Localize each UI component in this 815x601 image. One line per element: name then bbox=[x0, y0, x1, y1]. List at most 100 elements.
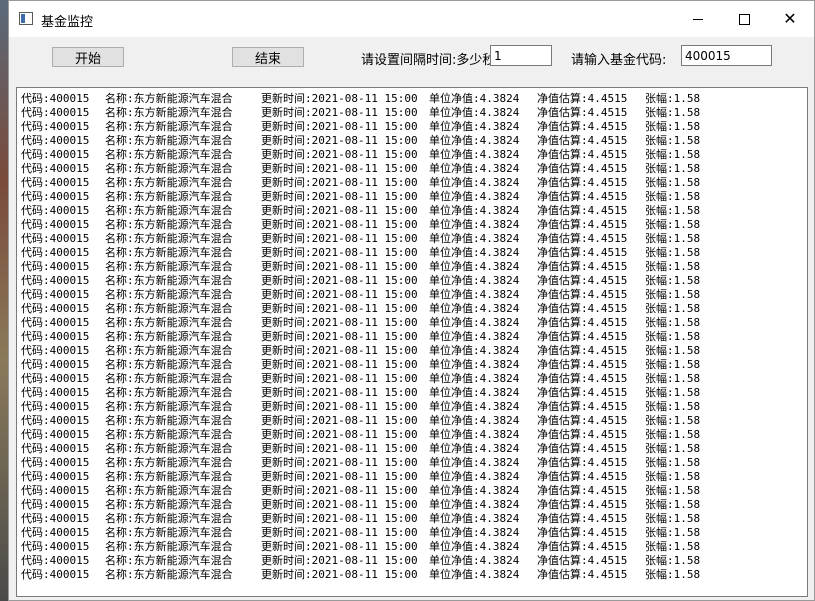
output-line: 代码:400015 名称:东方新能源汽车混合 更新时间:2021-08-11 15:… bbox=[17, 568, 807, 582]
output-field-nav: 单位净值:4.3824 bbox=[429, 344, 520, 357]
close-button[interactable]: ✕ bbox=[767, 1, 813, 37]
output-field-estimate: 净值估算:4.4515 bbox=[537, 568, 628, 581]
output-field-name: 名称:东方新能源汽车混合 bbox=[105, 358, 233, 371]
output-field-code: 代码:400015 bbox=[21, 288, 90, 301]
output-field-update-time: 更新时间:2021-08-11 15:00 bbox=[261, 470, 418, 483]
output-field-estimate: 净值估算:4.4515 bbox=[537, 344, 628, 357]
output-field-name: 名称:东方新能源汽车混合 bbox=[105, 288, 233, 301]
output-field-estimate: 净值估算:4.4515 bbox=[537, 274, 628, 287]
stop-button[interactable]: 结束 bbox=[232, 47, 304, 67]
output-field-code: 代码:400015 bbox=[21, 442, 90, 455]
output-field-name: 名称:东方新能源汽车混合 bbox=[105, 162, 233, 175]
output-field-code: 代码:400015 bbox=[21, 218, 90, 231]
output-field-code: 代码:400015 bbox=[21, 414, 90, 427]
output-textarea[interactable]: 代码:400015 名称:东方新能源汽车混合 更新时间:2021-08-11 15:… bbox=[16, 87, 808, 597]
output-line: 代码:400015 名称:东方新能源汽车混合 更新时间:2021-08-11 15:… bbox=[17, 414, 807, 428]
output-field-estimate: 净值估算:4.4515 bbox=[537, 526, 628, 539]
output-field-name: 名称:东方新能源汽车混合 bbox=[105, 260, 233, 273]
output-field-update-time: 更新时间:2021-08-11 15:00 bbox=[261, 344, 418, 357]
output-field-name: 名称:东方新能源汽车混合 bbox=[105, 372, 233, 385]
output-field-change: 张幅:1.58 bbox=[645, 92, 701, 105]
start-button[interactable]: 开始 bbox=[52, 47, 124, 67]
output-field-estimate: 净值估算:4.4515 bbox=[537, 246, 628, 259]
output-field-code: 代码:400015 bbox=[21, 386, 90, 399]
output-field-nav: 单位净值:4.3824 bbox=[429, 288, 520, 301]
output-field-code: 代码:400015 bbox=[21, 344, 90, 357]
output-field-nav: 单位净值:4.3824 bbox=[429, 358, 520, 371]
output-field-update-time: 更新时间:2021-08-11 15:00 bbox=[261, 176, 418, 189]
maximize-button[interactable] bbox=[721, 1, 767, 37]
output-field-update-time: 更新时间:2021-08-11 15:00 bbox=[261, 554, 418, 567]
output-field-nav: 单位净值:4.3824 bbox=[429, 120, 520, 133]
output-line: 代码:400015 名称:东方新能源汽车混合 更新时间:2021-08-11 15:… bbox=[17, 554, 807, 568]
output-line: 代码:400015 名称:东方新能源汽车混合 更新时间:2021-08-11 15:… bbox=[17, 288, 807, 302]
output-field-name: 名称:东方新能源汽车混合 bbox=[105, 176, 233, 189]
output-field-estimate: 净值估算:4.4515 bbox=[537, 106, 628, 119]
output-line: 代码:400015 名称:东方新能源汽车混合 更新时间:2021-08-11 15:… bbox=[17, 232, 807, 246]
fund-code-input[interactable] bbox=[681, 45, 772, 66]
output-field-update-time: 更新时间:2021-08-11 15:00 bbox=[261, 498, 418, 511]
output-field-change: 张幅:1.58 bbox=[645, 428, 701, 441]
output-field-update-time: 更新时间:2021-08-11 15:00 bbox=[261, 428, 418, 441]
output-field-code: 代码:400015 bbox=[21, 302, 90, 315]
app-window: 基金监控 ✕ 开始 结束 请设置间隔时间:多少秒 请输入基金代码: 代码:400… bbox=[8, 0, 815, 601]
output-field-nav: 单位净值:4.3824 bbox=[429, 442, 520, 455]
output-field-nav: 单位净值:4.3824 bbox=[429, 162, 520, 175]
output-line: 代码:400015 名称:东方新能源汽车混合 更新时间:2021-08-11 15:… bbox=[17, 400, 807, 414]
output-field-update-time: 更新时间:2021-08-11 15:00 bbox=[261, 372, 418, 385]
output-field-nav: 单位净值:4.3824 bbox=[429, 330, 520, 343]
output-field-estimate: 净值估算:4.4515 bbox=[537, 330, 628, 343]
output-line: 代码:400015 名称:东方新能源汽车混合 更新时间:2021-08-11 15:… bbox=[17, 540, 807, 554]
output-field-estimate: 净值估算:4.4515 bbox=[537, 554, 628, 567]
output-field-code: 代码:400015 bbox=[21, 358, 90, 371]
output-field-update-time: 更新时间:2021-08-11 15:00 bbox=[261, 484, 418, 497]
output-field-update-time: 更新时间:2021-08-11 15:00 bbox=[261, 442, 418, 455]
output-field-update-time: 更新时间:2021-08-11 15:00 bbox=[261, 414, 418, 427]
output-field-nav: 单位净值:4.3824 bbox=[429, 190, 520, 203]
output-field-nav: 单位净值:4.3824 bbox=[429, 274, 520, 287]
output-field-code: 代码:400015 bbox=[21, 484, 90, 497]
output-field-update-time: 更新时间:2021-08-11 15:00 bbox=[261, 540, 418, 553]
output-field-nav: 单位净值:4.3824 bbox=[429, 400, 520, 413]
output-line: 代码:400015 名称:东方新能源汽车混合 更新时间:2021-08-11 15:… bbox=[17, 358, 807, 372]
output-field-change: 张幅:1.58 bbox=[645, 498, 701, 511]
output-field-nav: 单位净值:4.3824 bbox=[429, 554, 520, 567]
output-field-nav: 单位净值:4.3824 bbox=[429, 372, 520, 385]
output-line: 代码:400015 名称:东方新能源汽车混合 更新时间:2021-08-11 15:… bbox=[17, 344, 807, 358]
output-field-nav: 单位净值:4.3824 bbox=[429, 568, 520, 581]
output-field-name: 名称:东方新能源汽车混合 bbox=[105, 190, 233, 203]
output-field-code: 代码:400015 bbox=[21, 400, 90, 413]
output-field-nav: 单位净值:4.3824 bbox=[429, 498, 520, 511]
output-line: 代码:400015 名称:东方新能源汽车混合 更新时间:2021-08-11 15:… bbox=[17, 190, 807, 204]
interval-input[interactable] bbox=[490, 45, 552, 66]
output-field-estimate: 净值估算:4.4515 bbox=[537, 176, 628, 189]
output-field-nav: 单位净值:4.3824 bbox=[429, 540, 520, 553]
output-field-nav: 单位净值:4.3824 bbox=[429, 106, 520, 119]
output-field-update-time: 更新时间:2021-08-11 15:00 bbox=[261, 134, 418, 147]
output-line: 代码:400015 名称:东方新能源汽车混合 更新时间:2021-08-11 15:… bbox=[17, 526, 807, 540]
output-field-change: 张幅:1.58 bbox=[645, 246, 701, 259]
output-line: 代码:400015 名称:东方新能源汽车混合 更新时间:2021-08-11 15:… bbox=[17, 218, 807, 232]
output-field-update-time: 更新时间:2021-08-11 15:00 bbox=[261, 358, 418, 371]
output-field-code: 代码:400015 bbox=[21, 134, 90, 147]
output-field-update-time: 更新时间:2021-08-11 15:00 bbox=[261, 400, 418, 413]
output-field-name: 名称:东方新能源汽车混合 bbox=[105, 414, 233, 427]
output-field-name: 名称:东方新能源汽车混合 bbox=[105, 428, 233, 441]
output-field-change: 张幅:1.58 bbox=[645, 512, 701, 525]
minimize-button[interactable] bbox=[675, 1, 721, 37]
output-field-estimate: 净值估算:4.4515 bbox=[537, 540, 628, 553]
output-field-code: 代码:400015 bbox=[21, 260, 90, 273]
output-field-change: 张幅:1.58 bbox=[645, 568, 701, 581]
output-field-nav: 单位净值:4.3824 bbox=[429, 456, 520, 469]
output-field-nav: 单位净值:4.3824 bbox=[429, 176, 520, 189]
output-field-estimate: 净值估算:4.4515 bbox=[537, 134, 628, 147]
output-field-change: 张幅:1.58 bbox=[645, 232, 701, 245]
output-field-change: 张幅:1.58 bbox=[645, 358, 701, 371]
output-line: 代码:400015 名称:东方新能源汽车混合 更新时间:2021-08-11 15:… bbox=[17, 260, 807, 274]
output-field-name: 名称:东方新能源汽车混合 bbox=[105, 386, 233, 399]
output-line: 代码:400015 名称:东方新能源汽车混合 更新时间:2021-08-11 15:… bbox=[17, 372, 807, 386]
output-line: 代码:400015 名称:东方新能源汽车混合 更新时间:2021-08-11 15:… bbox=[17, 120, 807, 134]
output-field-code: 代码:400015 bbox=[21, 512, 90, 525]
output-field-nav: 单位净值:4.3824 bbox=[429, 302, 520, 315]
output-field-name: 名称:东方新能源汽车混合 bbox=[105, 246, 233, 259]
